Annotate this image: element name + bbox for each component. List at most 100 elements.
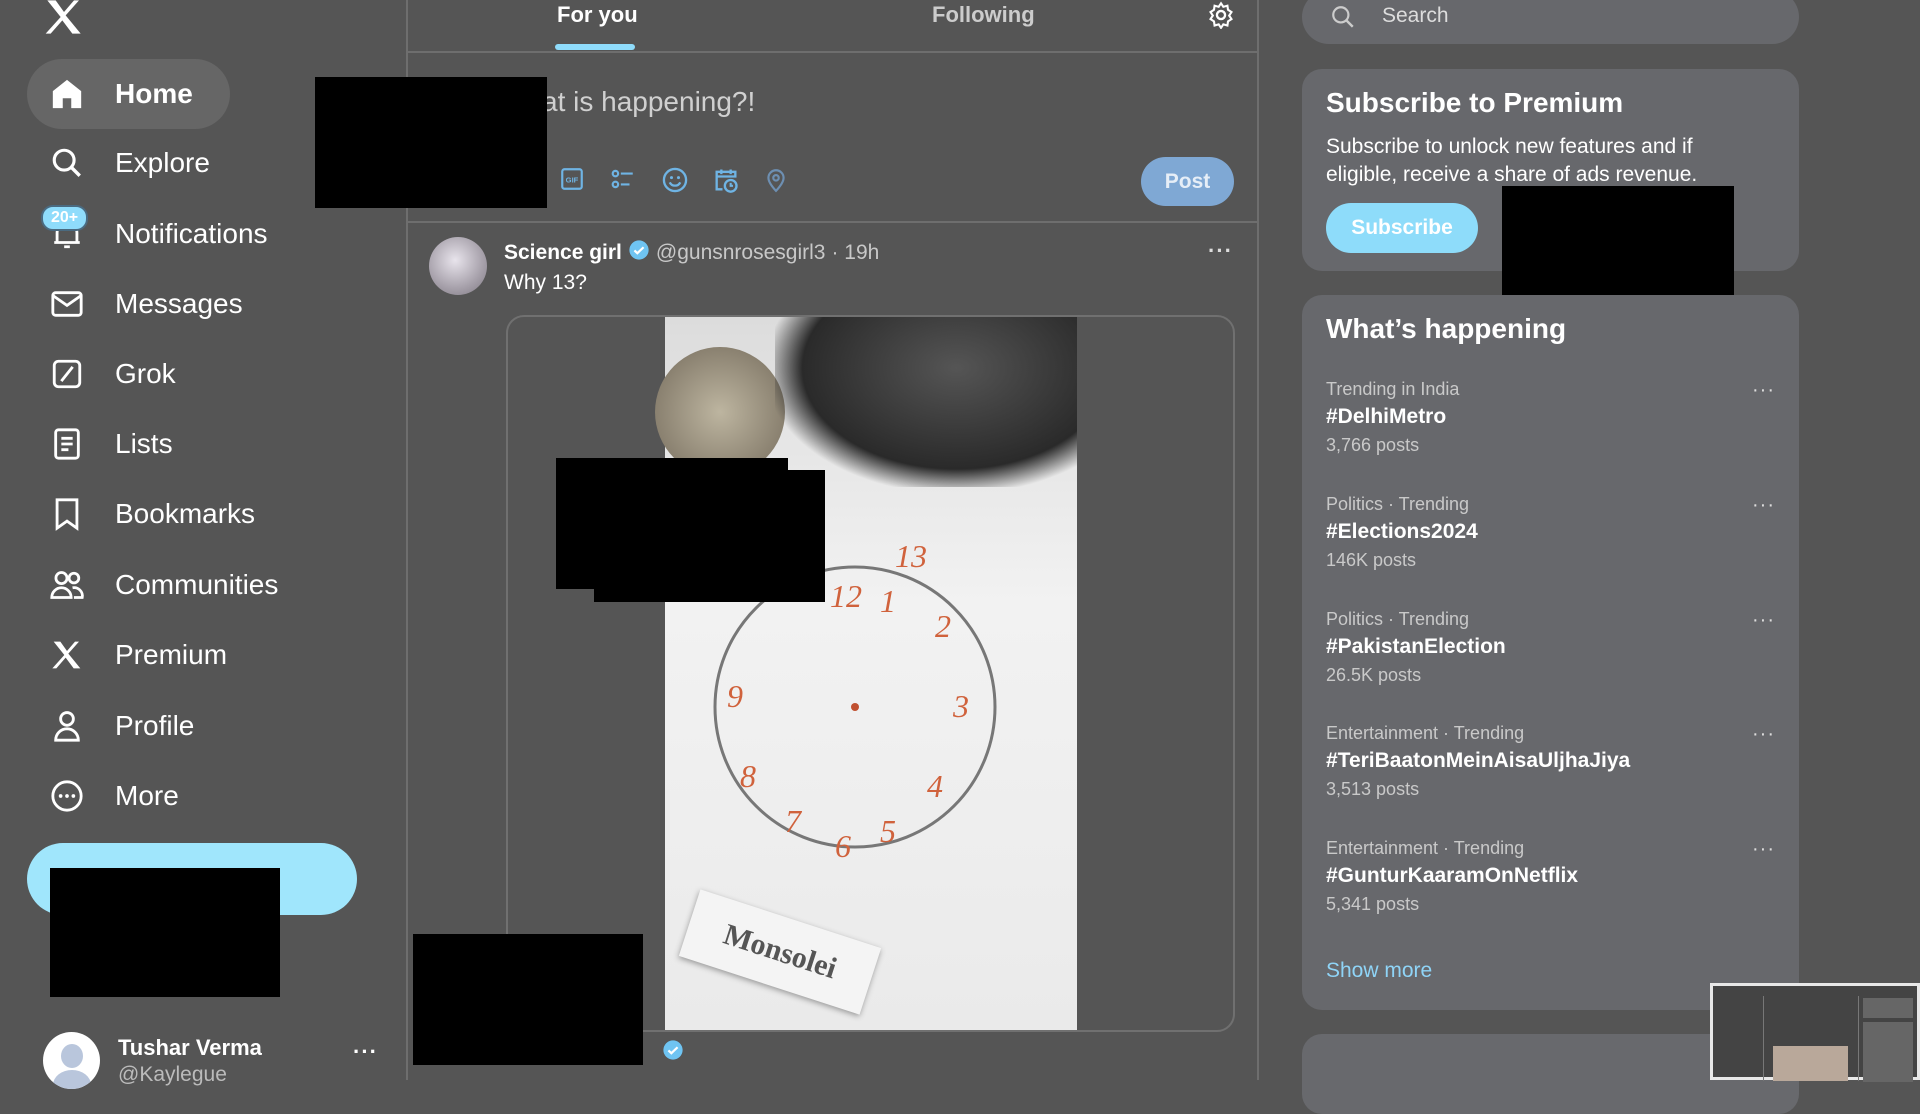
sidebar-item-grok[interactable]: Grok bbox=[27, 339, 176, 409]
sidebar-item-lists[interactable]: Lists bbox=[27, 409, 173, 479]
notification-badge: 20+ bbox=[41, 205, 89, 231]
glove-image bbox=[775, 317, 1077, 487]
bookmark-icon bbox=[47, 494, 87, 534]
show-more-link[interactable]: Show more bbox=[1326, 959, 1432, 983]
sidebar-item-label: Lists bbox=[115, 428, 173, 459]
tweet-header: Science girl @gunsnrosesgirl3 · 19h bbox=[504, 239, 879, 267]
sidebar-item-explore[interactable]: Explore bbox=[27, 128, 210, 198]
trend-item[interactable]: Entertainment · Trending #TeriBaatonMein… bbox=[1326, 723, 1775, 800]
gif-icon[interactable]: GIF bbox=[559, 166, 587, 194]
redacted-region bbox=[413, 934, 643, 1065]
active-tab-indicator bbox=[555, 44, 635, 50]
svg-text:7: 7 bbox=[785, 803, 803, 839]
tweet-avatar[interactable] bbox=[429, 237, 487, 295]
trend-meta: Entertainment · Trending bbox=[1326, 838, 1525, 858]
post-button[interactable]: Post bbox=[1141, 157, 1234, 206]
sidebar-item-notifications[interactable]: 20+ Notifications bbox=[27, 199, 268, 269]
account-more-icon[interactable]: ··· bbox=[353, 1039, 378, 1065]
svg-text:2: 2 bbox=[935, 608, 951, 644]
search-icon bbox=[1330, 4, 1356, 35]
verified-badge-icon bbox=[662, 1039, 684, 1066]
subscribe-button[interactable]: Subscribe bbox=[1326, 203, 1478, 253]
column-divider bbox=[1257, 0, 1259, 1080]
trend-more-icon[interactable]: ··· bbox=[1752, 379, 1775, 402]
search-placeholder: Search bbox=[1382, 4, 1449, 27]
tab-following[interactable]: Following bbox=[932, 2, 1035, 28]
sidebar-item-profile[interactable]: Profile bbox=[27, 691, 194, 761]
tweet-media[interactable]: 13 2 3 4 5 6 7 8 9 12 1 Monsolei bbox=[506, 315, 1235, 1032]
tweet-author-handle[interactable]: @gunsnrosesgirl3 bbox=[656, 241, 826, 265]
sidebar-item-more[interactable]: More bbox=[27, 761, 179, 831]
media-video-frame: 13 2 3 4 5 6 7 8 9 12 1 Monsolei bbox=[655, 317, 1077, 1030]
trend-item[interactable]: Entertainment · Trending #GunturKaaramOn… bbox=[1326, 838, 1775, 915]
trend-tag: #GunturKaaramOnNetflix bbox=[1326, 864, 1579, 887]
svg-text:13: 13 bbox=[895, 538, 927, 574]
sidebar-item-label: Profile bbox=[115, 710, 195, 741]
svg-text:5: 5 bbox=[880, 813, 896, 849]
screenshot-thumbnail[interactable] bbox=[1710, 983, 1920, 1082]
list-icon bbox=[47, 424, 87, 464]
tab-for-you[interactable]: For you bbox=[557, 2, 638, 28]
trend-tag: #DelhiMetro bbox=[1326, 405, 1447, 428]
people-icon bbox=[47, 565, 87, 605]
gear-icon[interactable] bbox=[1207, 1, 1235, 34]
envelope-icon bbox=[47, 284, 87, 324]
redacted-region bbox=[315, 77, 547, 208]
trend-more-icon[interactable]: ··· bbox=[1752, 609, 1775, 632]
trend-count: 5,341 posts bbox=[1326, 894, 1420, 914]
sidebar-item-label: More bbox=[115, 780, 179, 811]
verified-badge-icon bbox=[628, 239, 650, 267]
trend-count: 3,766 posts bbox=[1326, 435, 1420, 455]
trend-count: 26.5K posts bbox=[1326, 665, 1422, 685]
svg-text:1: 1 bbox=[880, 583, 896, 619]
premium-title: Subscribe to Premium bbox=[1326, 87, 1624, 118]
svg-text:4: 4 bbox=[927, 768, 943, 804]
sidebar-item-label: Home bbox=[115, 78, 193, 109]
sidebar-item-label: Bookmarks bbox=[115, 498, 256, 529]
person-icon bbox=[47, 706, 87, 746]
schedule-icon[interactable] bbox=[712, 166, 740, 194]
bell-icon: 20+ bbox=[41, 205, 89, 254]
home-icon bbox=[47, 74, 87, 114]
x-icon bbox=[47, 635, 87, 675]
tweet-time[interactable]: · 19h bbox=[831, 241, 879, 265]
sidebar-item-label: Explore bbox=[115, 147, 210, 178]
trend-more-icon[interactable]: ··· bbox=[1752, 723, 1775, 746]
tabs-divider bbox=[407, 51, 1258, 53]
x-logo[interactable] bbox=[44, 0, 84, 34]
trend-item[interactable]: Politics · Trending #PakistanElection 26… bbox=[1326, 609, 1775, 686]
svg-text:8: 8 bbox=[740, 758, 756, 794]
account-switcher[interactable]: Tushar Verma @Kaylegue ··· bbox=[40, 1025, 380, 1089]
sidebar-item-messages[interactable]: Messages bbox=[27, 269, 243, 339]
user-handle: @Kaylegue bbox=[118, 1063, 227, 1086]
trend-count: 146K posts bbox=[1326, 550, 1417, 570]
poll-icon[interactable] bbox=[610, 166, 638, 194]
trend-more-icon[interactable]: ··· bbox=[1752, 494, 1775, 517]
sidebar-item-communities[interactable]: Communities bbox=[27, 550, 278, 620]
trend-item[interactable]: Politics · Trending #Elections2024 146K … bbox=[1326, 494, 1775, 571]
emoji-icon[interactable] bbox=[661, 166, 689, 194]
sidebar-item-label: Premium bbox=[115, 639, 228, 670]
sidebar-item-home[interactable]: Home bbox=[27, 59, 193, 129]
more-circle-icon bbox=[47, 776, 87, 816]
trend-tag: #Elections2024 bbox=[1326, 520, 1478, 543]
sidebar-item-premium[interactable]: Premium bbox=[27, 620, 227, 690]
trend-item[interactable]: Trending in India #DelhiMetro 3,766 post… bbox=[1326, 379, 1775, 456]
tweet-more-icon[interactable]: ··· bbox=[1208, 238, 1233, 264]
whats-happening-card: What’s happening Trending in India #Delh… bbox=[1302, 295, 1799, 1010]
trend-tag: #TeriBaatonMeinAisaUljhaJiya bbox=[1326, 749, 1631, 772]
sidebar-item-label: Messages bbox=[115, 288, 243, 319]
tweet-author-name[interactable]: Science girl bbox=[504, 241, 622, 265]
tweet-text: Why 13? bbox=[504, 271, 587, 294]
trend-count: 3,513 posts bbox=[1326, 779, 1420, 799]
location-icon[interactable] bbox=[763, 166, 791, 194]
premium-text: Subscribe to unlock new features and if … bbox=[1326, 135, 1698, 186]
sidebar-item-bookmarks[interactable]: Bookmarks bbox=[27, 479, 255, 549]
trend-more-icon[interactable]: ··· bbox=[1752, 838, 1775, 861]
svg-text:6: 6 bbox=[835, 828, 851, 864]
trend-meta: Trending in India bbox=[1326, 379, 1460, 399]
sidebar-item-label: Notifications bbox=[115, 218, 268, 249]
svg-text:3: 3 bbox=[952, 688, 969, 724]
composer-divider bbox=[407, 221, 1258, 223]
search-input[interactable]: Search bbox=[1302, 0, 1799, 44]
